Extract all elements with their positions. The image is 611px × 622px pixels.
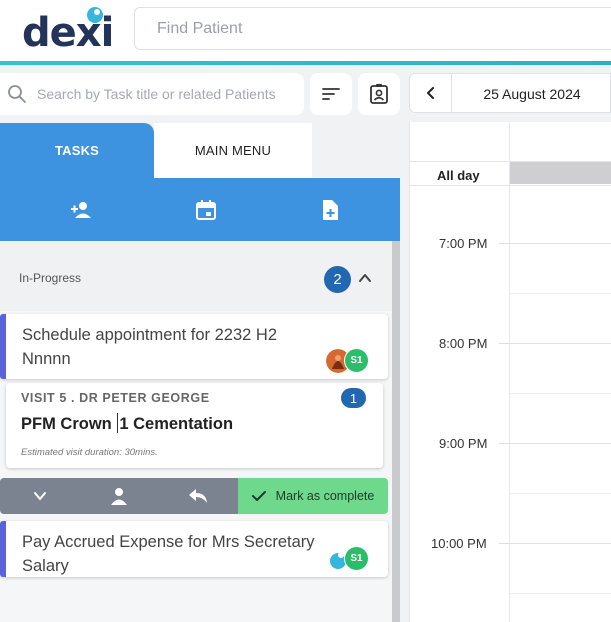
task-card[interactable]: Schedule appointment for 2232 H2 Nnnnn S… — [0, 314, 388, 379]
tasks-scrollbar[interactable] — [392, 241, 400, 622]
visit-title-part1: PFM Crown — [21, 415, 112, 433]
header-accent-line — [0, 61, 611, 65]
calendar-grid: All day 7:00 PM 8:00 PM 9:00 PM 10:00 PM — [409, 122, 611, 622]
task-action-bar — [0, 178, 400, 241]
task-card[interactable]: Pay Accrued Expense for Mrs Secretary Sa… — [0, 521, 388, 577]
task-title: Pay Accrued Expense for Mrs Secretary Sa… — [22, 533, 315, 575]
task-search-field[interactable] — [0, 73, 304, 115]
time-label: 7:00 PM — [439, 236, 488, 251]
app-window: dexi TASKS M — [0, 0, 611, 622]
chevron-left-icon — [426, 87, 434, 99]
time-label: 10:00 PM — [431, 536, 487, 551]
visit-label: VISIT 5 . DR PETER GEORGE — [21, 391, 210, 405]
half-hour-gridline — [510, 293, 611, 294]
patient-contact-button[interactable] — [358, 73, 400, 115]
calendar-divider — [509, 122, 510, 622]
task-title: Schedule appointment for 2232 H2 Nnnnn — [22, 326, 278, 368]
reply-icon — [189, 489, 207, 503]
expand-button[interactable] — [0, 478, 79, 514]
hour-gridline — [499, 343, 611, 344]
half-hour-gridline — [510, 493, 611, 494]
time-label: 9:00 PM — [439, 436, 488, 451]
reply-button[interactable] — [158, 478, 238, 514]
visit-title: PFM Crown 1 Cementation — [21, 413, 233, 434]
add-document-icon[interactable] — [318, 198, 342, 222]
filter-icon — [322, 88, 340, 100]
calendar-icon[interactable] — [194, 198, 218, 222]
assignee-avatar: S1 — [344, 546, 369, 571]
tab-main-menu[interactable]: MAIN MENU — [154, 123, 312, 178]
assign-button[interactable] — [79, 478, 158, 514]
all-day-slot[interactable] — [510, 162, 611, 184]
check-icon — [251, 491, 266, 501]
logo-drop-icon — [87, 7, 103, 23]
mark-complete-button[interactable]: Mark as complete — [238, 478, 388, 514]
calendar-column-header — [410, 122, 611, 162]
assignee-avatars: S1 — [326, 546, 372, 572]
tab-tasks[interactable]: TASKS — [0, 123, 154, 178]
half-hour-gridline — [510, 593, 611, 594]
chevron-down-icon — [33, 492, 46, 500]
visit-duration: Estimated visit duration: 30mins. — [21, 447, 158, 458]
task-actions: Mark as complete — [0, 478, 388, 514]
section-title: In-Progress — [19, 271, 82, 285]
hour-gridline — [499, 543, 611, 544]
task-count-badge: 2 — [324, 266, 351, 293]
calendar-date[interactable]: 25 August 2024 — [462, 86, 602, 102]
chevron-up-icon[interactable] — [358, 271, 372, 285]
dexi-logo[interactable]: dexi — [22, 7, 114, 54]
calendar-toolbar: 25 August 2024 — [409, 73, 611, 113]
task-status-bar — [0, 521, 6, 577]
assignee-avatars: S1 — [326, 348, 372, 374]
mark-complete-label: Mark as complete — [275, 489, 375, 503]
assignee-avatar: S1 — [344, 348, 369, 373]
tasks-panel: In-Progress 2 Schedule appointment for 2… — [0, 241, 392, 622]
find-patient-field[interactable] — [134, 7, 611, 50]
all-day-row: All day — [410, 162, 611, 186]
hour-gridline — [499, 243, 611, 244]
visit-card[interactable]: VISIT 5 . DR PETER GEORGE 1 PFM Crown 1 … — [6, 383, 383, 468]
task-status-bar — [0, 314, 6, 379]
hour-gridline — [499, 443, 611, 444]
add-person-icon[interactable] — [69, 198, 93, 222]
filter-button[interactable] — [310, 73, 352, 115]
time-label: 8:00 PM — [439, 336, 488, 351]
task-search-input[interactable] — [37, 73, 297, 115]
contact-card-icon — [370, 84, 388, 104]
in-progress-section-header[interactable]: In-Progress 2 — [0, 241, 392, 311]
previous-day-button[interactable] — [410, 74, 452, 112]
person-icon — [110, 488, 127, 505]
visit-title-part2: 1 Cementation — [119, 415, 234, 433]
visit-count-badge: 1 — [341, 388, 366, 408]
find-patient-input[interactable] — [135, 8, 611, 49]
half-hour-gridline — [510, 393, 611, 394]
search-icon — [8, 85, 26, 103]
all-day-label: All day — [437, 168, 480, 183]
top-header: dexi — [0, 0, 611, 61]
